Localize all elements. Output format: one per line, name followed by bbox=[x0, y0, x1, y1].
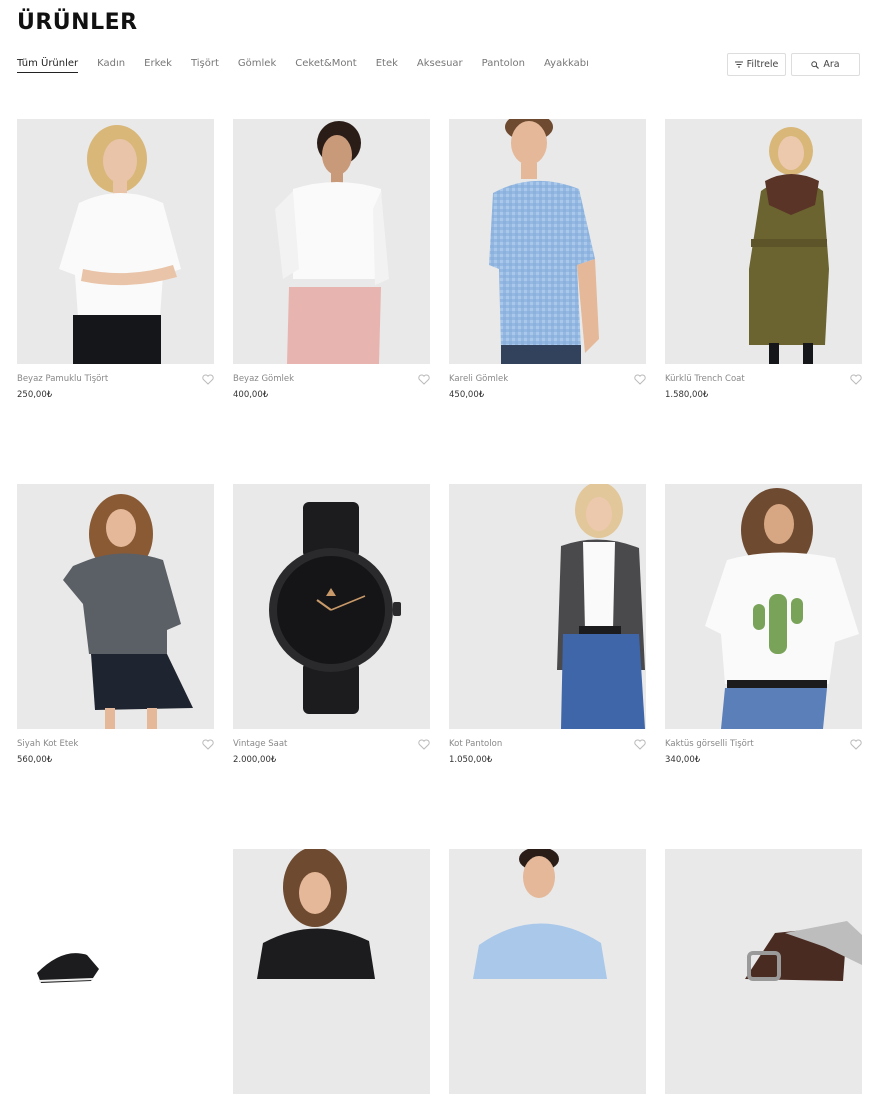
product-image[interactable] bbox=[449, 849, 646, 1094]
product-card[interactable]: Beyaz Gömlek 400,00₺ bbox=[233, 119, 430, 424]
product-name[interactable]: Kürklü Trench Coat bbox=[665, 374, 745, 384]
tab-trousers[interactable]: Pantolon bbox=[482, 58, 525, 73]
tab-shoes[interactable]: Ayakkabı bbox=[544, 58, 589, 73]
photo-jeans-icon bbox=[449, 484, 646, 729]
product-card[interactable] bbox=[233, 849, 430, 1094]
photo-white-tshirt-icon bbox=[17, 119, 214, 364]
product-image[interactable] bbox=[17, 849, 214, 1094]
product-image[interactable] bbox=[17, 484, 214, 729]
heart-icon[interactable] bbox=[202, 739, 214, 750]
heart-icon[interactable] bbox=[850, 739, 862, 750]
product-image[interactable] bbox=[665, 849, 862, 1094]
product-name[interactable]: Beyaz Pamuklu Tişört bbox=[17, 374, 108, 384]
product-name[interactable]: Vintage Saat bbox=[233, 739, 287, 749]
tab-men[interactable]: Erkek bbox=[144, 58, 172, 73]
product-image[interactable] bbox=[233, 119, 430, 364]
heart-icon[interactable] bbox=[634, 374, 646, 385]
heart-icon[interactable] bbox=[634, 739, 646, 750]
product-price: 340,00₺ bbox=[665, 755, 701, 765]
tab-tshirt[interactable]: Tişört bbox=[191, 58, 219, 73]
photo-black-top-icon bbox=[233, 849, 430, 1094]
product-name[interactable]: Kaktüs görselli Tişört bbox=[665, 739, 754, 749]
heart-icon[interactable] bbox=[418, 739, 430, 750]
photo-belt-icon bbox=[665, 849, 862, 1094]
photo-denim-skirt-icon bbox=[17, 484, 214, 729]
tab-skirt[interactable]: Etek bbox=[376, 58, 398, 73]
product-price: 2.000,00₺ bbox=[233, 755, 277, 765]
photo-checked-shirt-icon bbox=[449, 119, 646, 364]
search-button[interactable]: Ara bbox=[791, 53, 860, 76]
product-image[interactable] bbox=[449, 119, 646, 364]
product-price: 250,00₺ bbox=[17, 390, 53, 400]
product-image[interactable] bbox=[233, 849, 430, 1094]
product-image[interactable] bbox=[665, 484, 862, 729]
product-card[interactable]: Kot Pantolon 1.050,00₺ bbox=[449, 484, 646, 789]
product-price: 400,00₺ bbox=[233, 390, 269, 400]
product-image[interactable] bbox=[665, 119, 862, 364]
product-card[interactable]: Kareli Gömlek 450,00₺ bbox=[449, 119, 646, 424]
product-price: 560,00₺ bbox=[17, 755, 53, 765]
product-name[interactable]: Siyah Kot Etek bbox=[17, 739, 78, 749]
product-image[interactable] bbox=[233, 484, 430, 729]
product-card[interactable]: Vintage Saat 2.000,00₺ bbox=[233, 484, 430, 789]
tab-accessories[interactable]: Aksesuar bbox=[417, 58, 463, 73]
product-image[interactable] bbox=[17, 119, 214, 364]
product-card[interactable] bbox=[665, 849, 862, 1094]
photo-trench-coat-icon bbox=[665, 119, 862, 364]
product-price: 450,00₺ bbox=[449, 390, 485, 400]
product-card[interactable] bbox=[17, 849, 214, 1094]
category-tabs: Tüm Ürünler Kadın Erkek Tişört Gömlek Ce… bbox=[17, 58, 608, 73]
search-icon bbox=[811, 60, 820, 69]
heart-icon[interactable] bbox=[850, 374, 862, 385]
page-title: ÜRÜNLER bbox=[17, 10, 138, 35]
product-card[interactable]: Kaktüs görselli Tişört 340,00₺ bbox=[665, 484, 862, 789]
photo-blue-shirt-icon bbox=[449, 849, 646, 1094]
filter-icon bbox=[734, 61, 743, 68]
product-card[interactable]: Siyah Kot Etek 560,00₺ bbox=[17, 484, 214, 789]
photo-shoe-icon bbox=[17, 849, 214, 1094]
product-price: 1.050,00₺ bbox=[449, 755, 493, 765]
product-name[interactable]: Beyaz Gömlek bbox=[233, 374, 294, 384]
product-card[interactable] bbox=[449, 849, 646, 1094]
tab-women[interactable]: Kadın bbox=[97, 58, 125, 73]
search-label: Ara bbox=[823, 59, 840, 70]
product-card[interactable]: Beyaz Pamuklu Tişört 250,00₺ bbox=[17, 119, 214, 424]
photo-white-shirt-icon bbox=[233, 119, 430, 364]
product-name[interactable]: Kareli Gömlek bbox=[449, 374, 508, 384]
heart-icon[interactable] bbox=[202, 374, 214, 385]
tab-shirt[interactable]: Gömlek bbox=[238, 58, 276, 73]
filter-button[interactable]: Filtrele bbox=[727, 53, 786, 76]
product-price: 1.580,00₺ bbox=[665, 390, 709, 400]
product-image[interactable] bbox=[449, 484, 646, 729]
photo-watch-icon bbox=[233, 484, 430, 729]
tab-all-products[interactable]: Tüm Ürünler bbox=[17, 58, 79, 73]
product-card[interactable]: Kürklü Trench Coat 1.580,00₺ bbox=[665, 119, 862, 424]
photo-cactus-tshirt-icon bbox=[665, 484, 862, 729]
tab-jacket-coat[interactable]: Ceket&Mont bbox=[295, 58, 356, 73]
heart-icon[interactable] bbox=[418, 374, 430, 385]
product-grid: Beyaz Pamuklu Tişört 250,00₺ Beyaz Gömle… bbox=[17, 119, 862, 1094]
product-name[interactable]: Kot Pantolon bbox=[449, 739, 502, 749]
filter-label: Filtrele bbox=[746, 59, 779, 70]
